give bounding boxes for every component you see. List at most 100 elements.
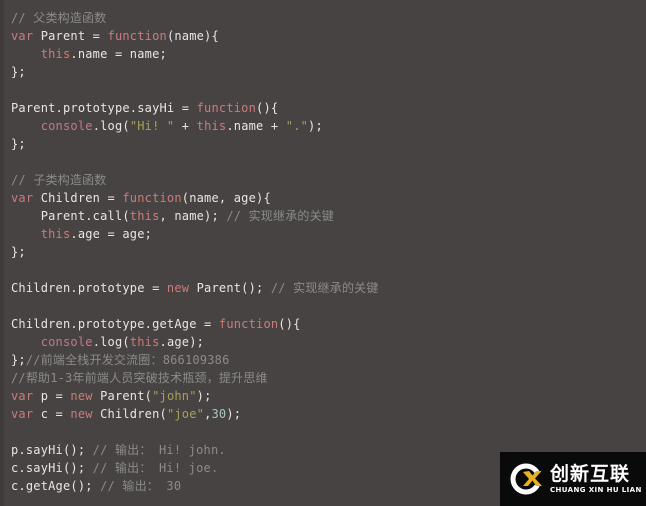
code-token-kw: new <box>166 281 197 295</box>
code-token-num: 30 <box>211 407 227 421</box>
code-token-cons: console <box>40 119 93 133</box>
code-token-kw: var <box>11 407 41 421</box>
code-token-ident: Parent(); <box>196 281 271 295</box>
code-token-ident <box>11 47 41 61</box>
code-token-ident: .name + <box>226 119 286 133</box>
code-token-kw: this <box>129 209 160 223</box>
code-line: };//前端全栈开发交流圈：866109386 <box>11 351 631 369</box>
code-token-ident: ); <box>196 389 212 403</box>
code-token-kw: this <box>129 335 160 349</box>
code-line: console.log(this.age); <box>11 333 631 351</box>
watermark-pinyin: CHUANG XIN HU LIAN <box>550 485 642 494</box>
watermark-chinese-name: 创新互联 <box>550 462 631 485</box>
code-token-ident: (name){ <box>166 29 219 43</box>
code-token-com: // 输出： Hi! john. <box>92 443 226 457</box>
code-token-ident: Children = <box>40 191 123 205</box>
code-token-ident: Children.prototype = <box>11 281 167 295</box>
code-token-kw: this <box>40 47 71 61</box>
code-line: }; <box>11 63 631 81</box>
code-token-kw: function <box>107 29 167 43</box>
code-line: this.name = name; <box>11 45 631 63</box>
watermark-logo: 创新互联 CHUANG XIN HU LIAN <box>500 452 646 506</box>
code-token-kw: new <box>70 389 101 403</box>
code-token-com: // 输出： Hi! joe. <box>92 461 219 475</box>
code-token-kw: var <box>11 389 41 403</box>
code-token-ident: .log( <box>92 119 130 133</box>
code-token-kw: this <box>40 227 71 241</box>
code-token-ident: .age); <box>159 335 205 349</box>
code-line: //帮助1-3年前端人员突破技术瓶颈，提升思维 <box>11 369 631 387</box>
code-token-cons: console <box>40 335 93 349</box>
code-token-com: //前端全栈开发交流圈：866109386 <box>25 353 230 367</box>
code-token-ident: + <box>174 119 197 133</box>
code-token-ident: , name); <box>159 209 227 223</box>
code-line: Parent.prototype.sayHi = function(){ <box>11 99 631 117</box>
chuangxin-logo-mark <box>507 460 545 498</box>
code-token-ident: .name = name; <box>70 47 167 61</box>
code-line: // 父类构造函数 <box>11 9 631 27</box>
code-token-ident <box>11 335 41 349</box>
code-token-ident: (){ <box>256 101 279 115</box>
code-token-ident: }; <box>11 65 26 79</box>
code-screenshot: // 父类构造函数 var Parent = function(name){ th… <box>0 0 646 506</box>
code-line: var Parent = function(name){ <box>11 27 631 45</box>
code-line: Children.prototype.getAge = function(){ <box>11 315 631 333</box>
code-token-ident: }; <box>11 353 26 367</box>
code-token-com: // 实现继承的关键 <box>270 281 379 295</box>
code-token-ident: Parent( <box>100 389 153 403</box>
code-token-ident: c.getAge(); <box>11 479 101 493</box>
code-token-ident: p.sayHi(); <box>11 443 93 457</box>
code-token-ident: }; <box>11 245 26 259</box>
watermark-text-block: 创新互联 CHUANG XIN HU LIAN <box>550 462 642 495</box>
code-token-ident: Parent = <box>40 29 108 43</box>
code-token-ident: }; <box>11 137 26 151</box>
code-token-com: // 输出： 30 <box>100 479 182 493</box>
code-token-ident <box>11 227 41 241</box>
code-token-ident: .age = age; <box>70 227 153 241</box>
code-token-ident <box>11 119 41 133</box>
code-token-ident: Parent.prototype.sayHi = <box>11 101 197 115</box>
code-token-ident: Parent.call( <box>11 209 130 223</box>
code-line: }; <box>11 243 631 261</box>
code-token-com: // 实现继承的关键 <box>226 209 335 223</box>
code-token-str: "Hi! " <box>129 119 175 133</box>
code-line: var p = new Parent("john"); <box>11 387 631 405</box>
code-line: // 子类构造函数 <box>11 171 631 189</box>
code-token-ident: c.sayHi(); <box>11 461 93 475</box>
editor-gutter <box>0 0 4 506</box>
code-token-com: // 子类构造函数 <box>11 173 107 187</box>
code-line: this.age = age; <box>11 225 631 243</box>
code-token-kw: var <box>11 191 41 205</box>
code-token-ident: p = <box>40 389 71 403</box>
code-line: }; <box>11 135 631 153</box>
code-token-kw: function <box>196 101 257 115</box>
code-token-kw: this <box>196 119 227 133</box>
code-line: Parent.call(this, name); // 实现继承的关键 <box>11 207 631 225</box>
code-area[interactable]: // 父类构造函数 var Parent = function(name){ th… <box>11 9 631 495</box>
code-token-ident: c = <box>40 407 71 421</box>
code-token-kw: function <box>122 191 182 205</box>
code-token-ident: ); <box>308 119 323 133</box>
code-token-kw: function <box>218 317 279 331</box>
code-line: var c = new Children("joe",30); <box>11 405 631 423</box>
code-token-str: "joe" <box>166 407 205 421</box>
code-token-ident: (name, age){ <box>181 191 271 205</box>
code-line: Children.prototype = new Parent(); // 实现… <box>11 279 631 297</box>
code-token-ident: (){ <box>278 317 301 331</box>
code-line: var Children = function(name, age){ <box>11 189 631 207</box>
code-token-com: //帮助1-3年前端人员突破技术瓶颈，提升思维 <box>11 371 268 385</box>
code-token-str: "." <box>285 119 309 133</box>
code-token-kw: var <box>11 29 41 43</box>
code-token-ident: Children.prototype.getAge = <box>11 317 219 331</box>
code-token-ident: ); <box>226 407 242 421</box>
code-token-str: "john" <box>152 389 197 403</box>
code-token-kw: new <box>70 407 101 421</box>
code-token-com: // 父类构造函数 <box>11 11 107 25</box>
code-token-ident: Children( <box>100 407 167 421</box>
code-token-ident: .log( <box>92 335 130 349</box>
